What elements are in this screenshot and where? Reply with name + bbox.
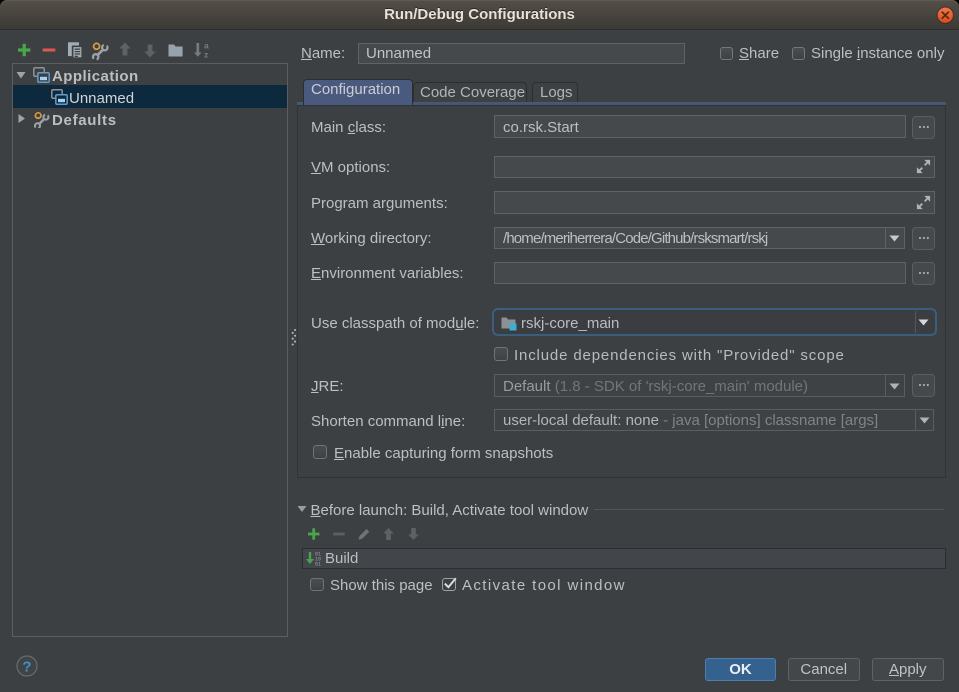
svg-text:z: z	[204, 50, 208, 60]
svg-text:01: 01	[315, 561, 321, 567]
svg-text:?: ?	[22, 659, 31, 676]
